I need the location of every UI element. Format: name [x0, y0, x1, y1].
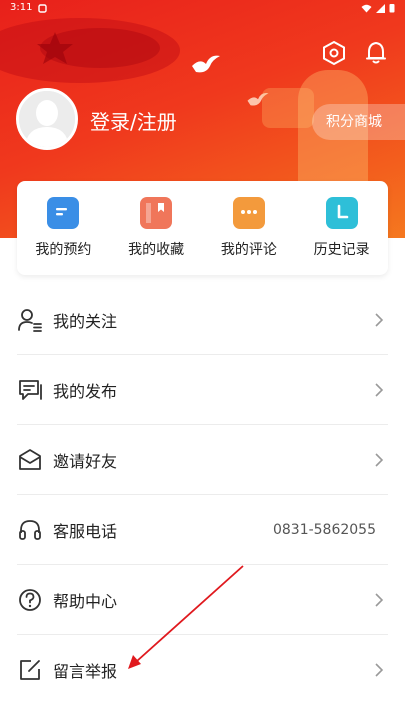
chevron-right-icon — [375, 312, 384, 327]
headset-icon — [19, 519, 41, 540]
quick-actions-card: 我的预约 我的收藏 我的评论 历史记录 — [17, 181, 388, 275]
avatar[interactable] — [16, 88, 78, 150]
chevron-right-icon — [375, 592, 384, 607]
quick-action-label: 我的预约 — [35, 242, 92, 258]
dove-decoration-icon — [192, 55, 220, 73]
customer-service-phone[interactable]: 0831-5862055 — [273, 522, 376, 538]
user-follow-icon — [18, 308, 42, 332]
chevron-right-icon — [375, 382, 384, 397]
menu-item-label: 我的关注 — [53, 311, 118, 331]
settings-hexagon-icon[interactable] — [321, 40, 347, 66]
chevron-right-icon — [375, 663, 384, 677]
bell-icon[interactable] — [363, 40, 389, 66]
menu-item-help[interactable]: 帮助中心 — [17, 565, 388, 635]
notification-icon — [38, 3, 48, 13]
default-avatar-icon — [19, 91, 75, 147]
menu-item-label: 邀请好友 — [53, 451, 118, 471]
menu-list: 我的关注 我的发布 邀请好友 客服电话 0831-5862055 帮助中心 留言… — [17, 285, 388, 705]
menu-item-label: 帮助中心 — [53, 591, 118, 611]
menu-item-invite[interactable]: 邀请好友 — [17, 425, 388, 495]
history-icon — [325, 197, 358, 229]
reservation-icon — [47, 197, 80, 229]
help-icon — [19, 588, 41, 611]
wifi-icon — [361, 4, 372, 12]
publish-chat-icon — [19, 379, 42, 400]
quick-action-label: 我的收藏 — [128, 242, 185, 258]
star-decoration-icon — [37, 32, 73, 64]
quick-action-label: 历史记录 — [313, 242, 370, 258]
edit-report-icon — [20, 660, 40, 680]
quick-action-label: 我的评论 — [220, 242, 277, 258]
favorites-icon — [140, 197, 173, 229]
menu-item-label: 我的发布 — [53, 381, 118, 401]
status-time: 3:11 — [10, 2, 33, 13]
menu-item-publish[interactable]: 我的发布 — [17, 355, 388, 425]
menu-item-following[interactable]: 我的关注 — [17, 285, 388, 355]
menu-item-customer-service[interactable]: 客服电话 0831-5862055 — [17, 495, 388, 565]
comment-icon — [232, 197, 265, 229]
quick-action-favorites[interactable]: 我的收藏 — [113, 197, 199, 259]
chevron-right-icon — [375, 452, 384, 467]
signal-icon — [376, 3, 385, 13]
status-bar: 3:11 — [0, 0, 405, 16]
quick-action-comments[interactable]: 我的评论 — [206, 197, 292, 259]
menu-item-report[interactable]: 留言举报 — [17, 635, 388, 705]
quick-action-history[interactable]: 历史记录 — [299, 197, 385, 259]
battery-icon — [389, 4, 395, 13]
login-register-link[interactable]: 登录/注册 — [90, 108, 177, 136]
decorative-tower — [262, 88, 314, 128]
invite-mail-icon — [19, 448, 41, 470]
menu-item-label: 客服电话 — [53, 521, 118, 541]
menu-item-label: 留言举报 — [53, 662, 118, 681]
quick-action-reservation[interactable]: 我的预约 — [20, 197, 106, 259]
points-mall-button[interactable]: 积分商城 — [312, 104, 405, 140]
